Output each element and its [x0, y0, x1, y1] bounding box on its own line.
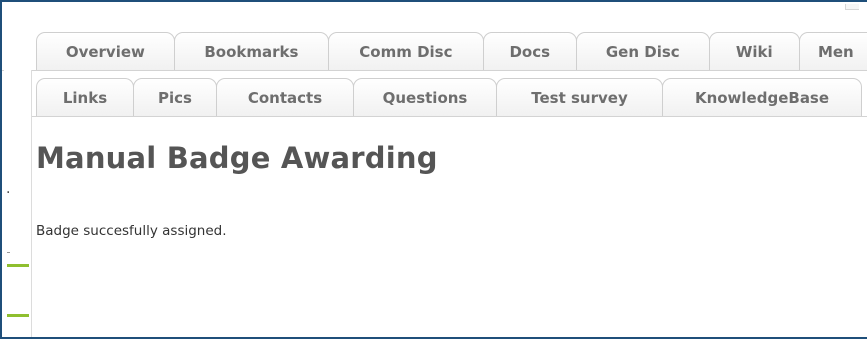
sidebar-tick: [7, 252, 10, 253]
sidebar-accent-bar: [7, 314, 29, 317]
tab-row-primary: Overview Bookmarks Comm Disc Docs Gen Di…: [36, 32, 867, 70]
tab-overview[interactable]: Overview: [36, 32, 175, 70]
tab-contacts[interactable]: Contacts: [216, 78, 354, 116]
tab-knowledgebase[interactable]: KnowledgeBase: [662, 78, 862, 116]
tab-bookmarks[interactable]: Bookmarks: [173, 32, 330, 70]
tab-members[interactable]: Men: [798, 32, 867, 70]
page-title: Manual Badge Awarding: [36, 141, 438, 175]
tab-pics[interactable]: Pics: [133, 78, 217, 116]
tab-row-divider: [2, 70, 867, 71]
sidebar-accent-bar: [7, 264, 29, 267]
tab-test-survey[interactable]: Test survey: [496, 78, 663, 116]
tab-links[interactable]: Links: [36, 78, 134, 116]
status-message: Badge succesfully assigned.: [36, 223, 227, 239]
top-strip: [4, 4, 867, 34]
tab-wiki[interactable]: Wiki: [708, 32, 800, 70]
tab-docs[interactable]: Docs: [482, 32, 577, 70]
corner-handle: [845, 4, 859, 10]
left-sidebar-edge: .: [4, 70, 32, 337]
sidebar-truncated-text: .: [6, 181, 11, 197]
main-content: Manual Badge Awarding Badge succesfully …: [36, 117, 867, 337]
window-frame: Overview Bookmarks Comm Disc Docs Gen Di…: [0, 0, 867, 339]
tab-row-secondary: Links Pics Contacts Questions Test surve…: [36, 78, 867, 116]
tab-comm-disc[interactable]: Comm Disc: [328, 32, 484, 70]
tab-questions[interactable]: Questions: [353, 78, 497, 116]
tab-gen-disc[interactable]: Gen Disc: [575, 32, 710, 70]
